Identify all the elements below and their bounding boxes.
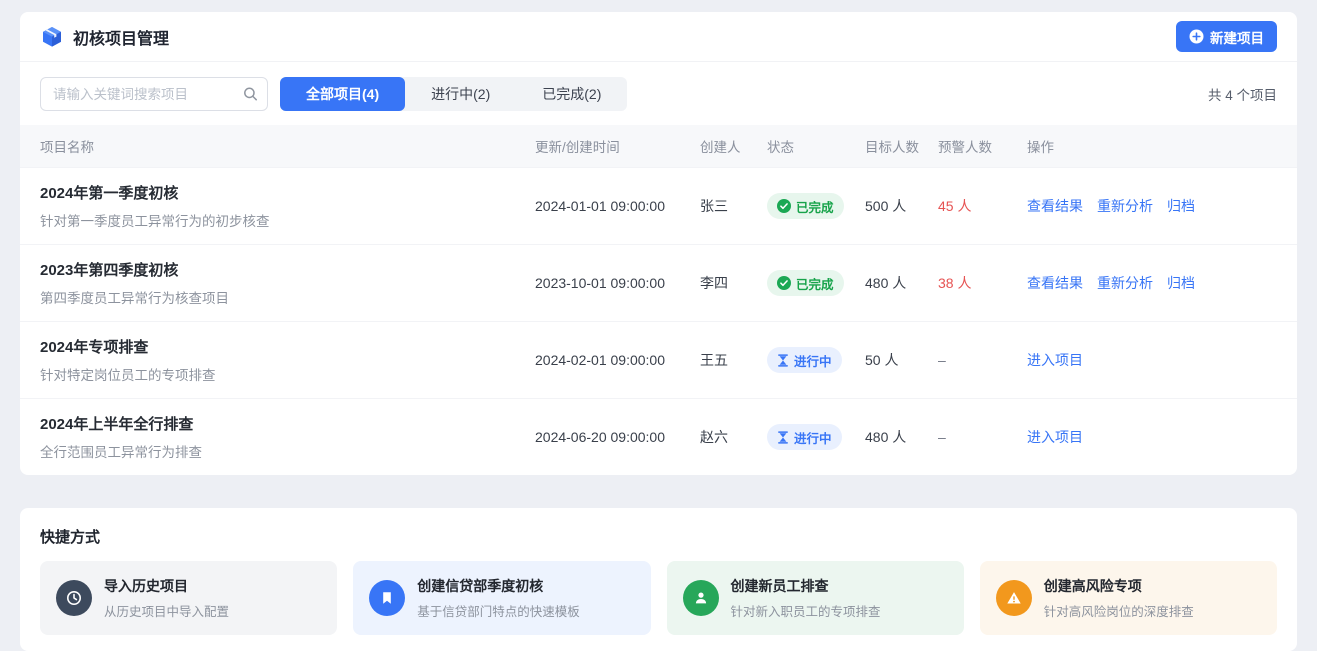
project-creator: 张三 <box>700 196 767 216</box>
search-input[interactable] <box>40 77 268 111</box>
shortcut-title: 导入历史项目 <box>104 576 229 596</box>
shortcut-description: 针对新入职员工的专项排查 <box>731 601 881 620</box>
action-link[interactable]: 进入项目 <box>1027 427 1083 447</box>
shortcut-card[interactable]: 导入历史项目从历史项目中导入配置 <box>40 561 337 635</box>
project-name: 2024年第一季度初核 <box>40 182 519 203</box>
filter-tabs: 全部项目(4)进行中(2)已完成(2) <box>280 77 627 111</box>
table-row: 2024年上半年全行排查全行范围员工异常行为排查 2024-06-20 09:00… <box>20 398 1297 475</box>
status-badge: 进行中 <box>767 347 842 373</box>
warning-count: – <box>938 429 1027 445</box>
project-description: 针对第一季度员工异常行为的初步核查 <box>40 210 519 230</box>
project-time: 2023-10-01 09:00:00 <box>535 275 700 291</box>
filter-tab[interactable]: 已完成(2) <box>516 77 627 111</box>
project-management-card: 初核项目管理 新建项目 全部项目(4)进行中(2)已完成(2) 共 4 个项目 … <box>20 12 1297 475</box>
table-header-row: 项目名称更新/创建时间创建人状态目标人数预警人数操作 <box>20 125 1297 167</box>
project-time: 2024-01-01 09:00:00 <box>535 198 700 214</box>
target-count: 480 人 <box>865 273 938 293</box>
check-circle-icon <box>777 276 791 290</box>
action-link[interactable]: 归档 <box>1167 196 1195 216</box>
app-cube-icon <box>40 25 64 49</box>
title-wrap: 初核项目管理 <box>40 25 169 49</box>
table-body: 2024年第一季度初核针对第一季度员工异常行为的初步核查 2024-01-01 0… <box>20 167 1297 475</box>
search-box <box>40 77 268 111</box>
shortcut-card[interactable]: 创建信贷部季度初核基于信贷部门特点的快速模板 <box>353 561 650 635</box>
action-link[interactable]: 重新分析 <box>1097 196 1153 216</box>
action-link[interactable]: 重新分析 <box>1097 273 1153 293</box>
project-time: 2024-06-20 09:00:00 <box>535 429 700 445</box>
column-header: 更新/创建时间 <box>535 136 700 156</box>
project-description: 全行范围员工异常行为排查 <box>40 441 519 461</box>
new-project-button[interactable]: 新建项目 <box>1176 21 1277 52</box>
warning-icon <box>996 580 1032 616</box>
check-circle-icon <box>777 199 791 213</box>
column-header: 创建人 <box>700 136 767 156</box>
warning-count: 45 人 <box>938 196 1027 216</box>
project-creator: 王五 <box>700 350 767 370</box>
shortcut-card[interactable]: 创建高风险专项针对高风险岗位的深度排查 <box>980 561 1277 635</box>
row-actions: 进入项目 <box>1027 427 1277 447</box>
shortcut-title: 创建新员工排查 <box>731 576 881 596</box>
hourglass-icon <box>777 431 789 444</box>
project-creator: 赵六 <box>700 427 767 447</box>
project-description: 第四季度员工异常行为核查项目 <box>40 287 519 307</box>
project-description: 针对特定岗位员工的专项排查 <box>40 364 519 384</box>
bookmark-icon <box>369 580 405 616</box>
search-icon[interactable] <box>243 87 258 102</box>
new-project-label: 新建项目 <box>1210 27 1264 47</box>
warning-count: 38 人 <box>938 273 1027 293</box>
target-count: 50 人 <box>865 350 938 370</box>
project-name: 2023年第四季度初核 <box>40 259 519 280</box>
shortcut-card[interactable]: 创建新员工排查针对新入职员工的专项排查 <box>667 561 964 635</box>
status-label: 进行中 <box>794 351 832 370</box>
project-creator: 李四 <box>700 273 767 293</box>
person-icon <box>683 580 719 616</box>
status-badge: 已完成 <box>767 270 844 296</box>
action-link[interactable]: 查看结果 <box>1027 273 1083 293</box>
filter-tab[interactable]: 进行中(2) <box>405 77 516 111</box>
plus-icon <box>1189 29 1204 44</box>
row-actions: 进入项目 <box>1027 350 1277 370</box>
hourglass-icon <box>777 354 789 367</box>
status-badge: 进行中 <box>767 424 842 450</box>
status-label: 已完成 <box>796 197 834 216</box>
shortcuts-card: 快捷方式 导入历史项目从历史项目中导入配置创建信贷部季度初核基于信贷部门特点的快… <box>20 508 1297 651</box>
row-actions: 查看结果重新分析归档 <box>1027 196 1277 216</box>
project-time: 2024-02-01 09:00:00 <box>535 352 700 368</box>
project-name: 2024年上半年全行排查 <box>40 413 519 434</box>
column-header: 状态 <box>767 136 865 156</box>
table-row: 2024年专项排查针对特定岗位员工的专项排查 2024-02-01 09:00:0… <box>20 321 1297 398</box>
filter-tab[interactable]: 全部项目(4) <box>280 77 405 111</box>
shortcut-description: 针对高风险岗位的深度排查 <box>1044 601 1194 620</box>
column-header: 预警人数 <box>938 136 1027 156</box>
shortcut-description: 从历史项目中导入配置 <box>104 601 229 620</box>
shortcuts-title: 快捷方式 <box>40 526 1277 547</box>
action-link[interactable]: 进入项目 <box>1027 350 1083 370</box>
shortcuts-row: 导入历史项目从历史项目中导入配置创建信贷部季度初核基于信贷部门特点的快速模板创建… <box>40 561 1277 635</box>
page-title: 初核项目管理 <box>73 25 169 49</box>
card-header: 初核项目管理 新建项目 <box>20 12 1297 62</box>
table-row: 2023年第四季度初核第四季度员工异常行为核查项目 2023-10-01 09:0… <box>20 244 1297 321</box>
target-count: 500 人 <box>865 196 938 216</box>
status-label: 已完成 <box>796 274 834 293</box>
status-label: 进行中 <box>794 428 832 447</box>
clock-icon <box>56 580 92 616</box>
target-count: 480 人 <box>865 427 938 447</box>
table-row: 2024年第一季度初核针对第一季度员工异常行为的初步核查 2024-01-01 0… <box>20 167 1297 244</box>
column-header: 项目名称 <box>40 136 535 156</box>
shortcut-title: 创建信贷部季度初核 <box>417 576 580 596</box>
action-link[interactable]: 归档 <box>1167 273 1195 293</box>
total-count: 共 4 个项目 <box>1208 84 1277 104</box>
column-header: 操作 <box>1027 136 1277 156</box>
status-badge: 已完成 <box>767 193 844 219</box>
project-table: 项目名称更新/创建时间创建人状态目标人数预警人数操作 2024年第一季度初核针对… <box>20 125 1297 475</box>
shortcut-title: 创建高风险专项 <box>1044 576 1194 596</box>
row-actions: 查看结果重新分析归档 <box>1027 273 1277 293</box>
project-name: 2024年专项排查 <box>40 336 519 357</box>
warning-count: – <box>938 352 1027 368</box>
action-link[interactable]: 查看结果 <box>1027 196 1083 216</box>
column-header: 目标人数 <box>865 136 938 156</box>
shortcut-description: 基于信贷部门特点的快速模板 <box>417 601 580 620</box>
toolbar: 全部项目(4)进行中(2)已完成(2) 共 4 个项目 <box>20 62 1297 125</box>
